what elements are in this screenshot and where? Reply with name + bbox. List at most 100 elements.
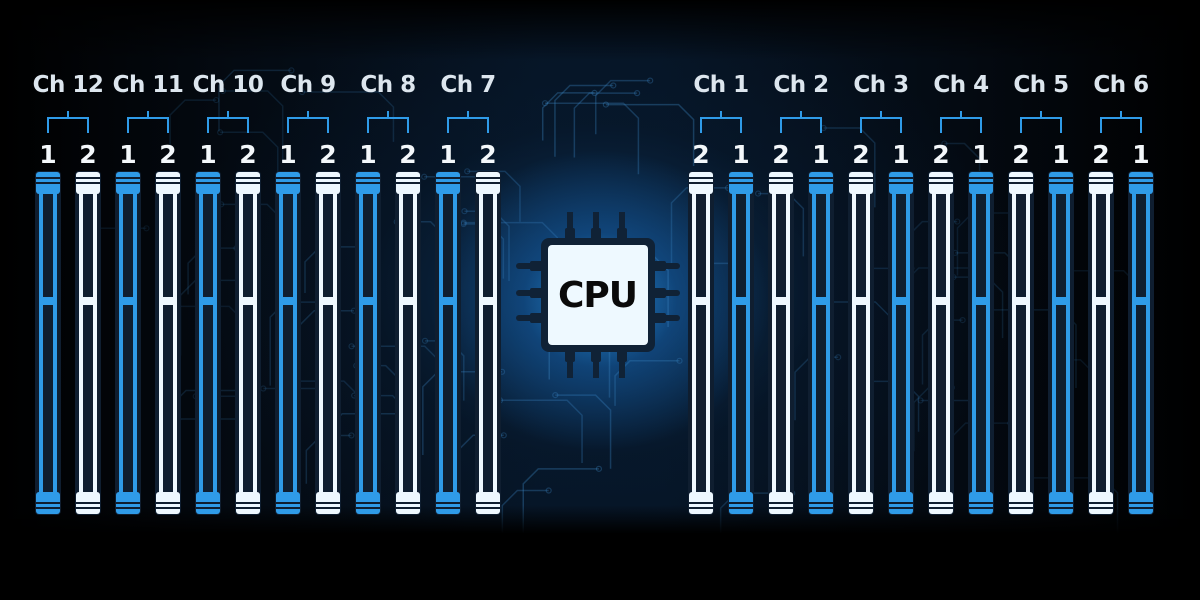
channel-bracket xyxy=(940,111,982,133)
slot-key xyxy=(932,297,950,305)
slot-key xyxy=(1092,297,1110,305)
slot-rail xyxy=(79,194,83,492)
dimm-slot[interactable] xyxy=(75,171,101,515)
channel-bracket xyxy=(780,111,822,133)
slot-rail xyxy=(493,194,497,492)
slot-rail xyxy=(826,194,830,492)
dimm-slot[interactable] xyxy=(928,171,954,515)
dimm-slot[interactable] xyxy=(808,171,834,515)
dimm-slot[interactable] xyxy=(688,171,714,515)
slot-rail xyxy=(359,194,363,492)
slot-rail xyxy=(119,194,123,492)
dimm-slot[interactable] xyxy=(848,171,874,515)
dimm-slot[interactable] xyxy=(275,171,301,515)
slot-key xyxy=(812,297,830,305)
slot-rail xyxy=(1066,194,1070,492)
slot-rail xyxy=(373,194,377,492)
slot-key xyxy=(1132,297,1150,305)
dimm-slot[interactable] xyxy=(435,171,461,515)
dimm-slot[interactable] xyxy=(115,171,141,515)
slot-rail xyxy=(1146,194,1150,492)
slot-rail xyxy=(399,194,403,492)
dimm-slot[interactable] xyxy=(888,171,914,515)
dimm-slot[interactable] xyxy=(235,171,261,515)
slot-key xyxy=(199,297,217,305)
slot-rail xyxy=(812,194,816,492)
slot-rail xyxy=(333,194,337,492)
slot-key xyxy=(852,297,870,305)
slot-key xyxy=(119,297,137,305)
dimm-slot[interactable] xyxy=(395,171,421,515)
slot-key xyxy=(692,297,710,305)
channel-bracket xyxy=(207,111,249,133)
slot-rail xyxy=(173,194,177,492)
dimm-slot[interactable] xyxy=(355,171,381,515)
slot-rail xyxy=(1092,194,1096,492)
slot-rail xyxy=(293,194,297,492)
slot-rail xyxy=(413,194,417,492)
slot-key xyxy=(279,297,297,305)
channel-bracket xyxy=(367,111,409,133)
channel-bracket xyxy=(47,111,89,133)
slot-key xyxy=(399,297,417,305)
slot-rail xyxy=(786,194,790,492)
slot-rail xyxy=(93,194,97,492)
slot-rail xyxy=(906,194,910,492)
dimm-slot[interactable] xyxy=(315,171,341,515)
slot-rail xyxy=(53,194,57,492)
dimm-slot[interactable] xyxy=(728,171,754,515)
slot-rail xyxy=(932,194,936,492)
slot-key xyxy=(1052,297,1070,305)
slot-key xyxy=(479,297,497,305)
channel-bracket xyxy=(1020,111,1062,133)
dimm-slot[interactable] xyxy=(155,171,181,515)
dimm-slot[interactable] xyxy=(768,171,794,515)
dimm-slot[interactable] xyxy=(1088,171,1114,515)
slot-rail xyxy=(946,194,950,492)
slot-key xyxy=(1012,297,1030,305)
slot-rail xyxy=(1052,194,1056,492)
dimm-slot[interactable] xyxy=(1128,171,1154,515)
slot-rail xyxy=(892,194,896,492)
slot-rail xyxy=(279,194,283,492)
slot-key xyxy=(972,297,990,305)
slot-key xyxy=(732,297,750,305)
slot-key xyxy=(892,297,910,305)
slot-rail xyxy=(772,194,776,492)
slot-rail xyxy=(1012,194,1016,492)
dimm-slot[interactable] xyxy=(968,171,994,515)
slot-rail xyxy=(732,194,736,492)
slot-rail xyxy=(1132,194,1136,492)
dimm-slot[interactable] xyxy=(475,171,501,515)
slot-rail xyxy=(479,194,483,492)
slot-rail xyxy=(133,194,137,492)
slot-key xyxy=(439,297,457,305)
dimm-slot[interactable] xyxy=(1008,171,1034,515)
slot-rail xyxy=(972,194,976,492)
dimm-slot[interactable] xyxy=(1048,171,1074,515)
slot-rail xyxy=(39,194,43,492)
slot-rail xyxy=(746,194,750,492)
channel-bracket xyxy=(1100,111,1142,133)
slot-rail xyxy=(453,194,457,492)
slot-rail xyxy=(253,194,257,492)
slot-rail xyxy=(213,194,217,492)
memory-channel-diagram: Ch 12 1 2 Ch 11 1 2 Ch 10 1 2 Ch 9 1 2 Ch 8 1 2 Ch 712C… xyxy=(0,0,1200,600)
slot-key xyxy=(79,297,97,305)
slot-rail xyxy=(439,194,443,492)
cpu-face: CPU xyxy=(548,245,647,345)
slot-rail xyxy=(986,194,990,492)
channel-bracket xyxy=(700,111,742,133)
slot-rail xyxy=(199,194,203,492)
dimm-slot[interactable] xyxy=(35,171,61,515)
slot-rail xyxy=(1026,194,1030,492)
slot-rail xyxy=(852,194,856,492)
dimm-slot[interactable] xyxy=(195,171,221,515)
slot-rail xyxy=(706,194,710,492)
slot-rail xyxy=(1106,194,1110,492)
slot-key xyxy=(159,297,177,305)
slot-key xyxy=(319,297,337,305)
channel-bracket xyxy=(127,111,169,133)
channel-bracket xyxy=(287,111,329,133)
slot-key xyxy=(772,297,790,305)
